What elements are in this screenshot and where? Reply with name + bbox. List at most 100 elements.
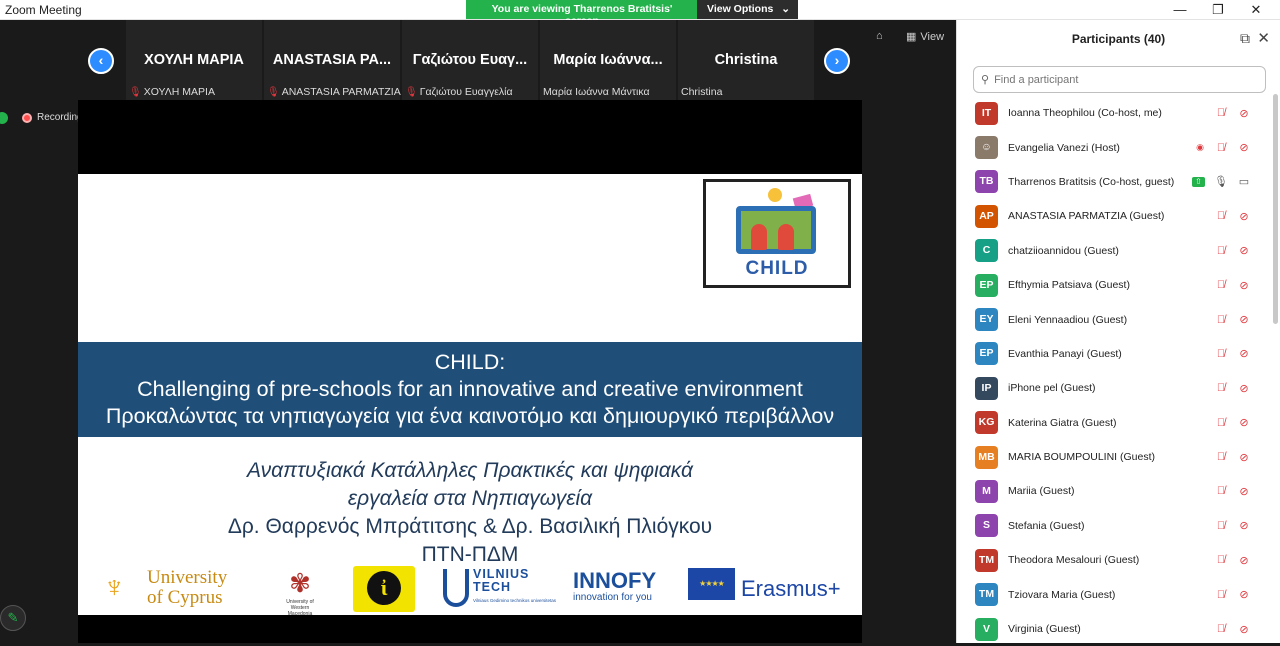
lock-icon[interactable]: ⌂: [876, 30, 883, 42]
video-thumbnail[interactable]: ANASTASIA PA... 🎙 ANASTASIA PARMATZIA: [264, 20, 401, 100]
participant-row[interactable]: TM Tziovara Maria (Guest) 🎙̸ ⊘: [957, 577, 1271, 611]
video-off-icon[interactable]: ⊘: [1237, 347, 1251, 360]
minimize-button[interactable]: —: [1160, 1, 1200, 19]
participant-row[interactable]: Cchatziioannidou (Guest) 🎙̸ ⊘: [957, 234, 1271, 268]
grid-icon: ▦: [906, 31, 917, 43]
participant-row[interactable]: TB Tharrenos Bratitsis (Co-host, guest) ⇧ 🎙…: [957, 165, 1271, 199]
mic-muted-icon[interactable]: 🎙̸: [1214, 451, 1228, 463]
participant-row[interactable]: AP ANASTASIA PARMATZIA (Guest) 🎙̸ ⊘: [957, 199, 1271, 233]
mic-muted-icon[interactable]: 🎙̸: [1214, 623, 1228, 635]
tree-icon: ♆: [103, 571, 126, 604]
mic-muted-icon[interactable]: 🎙̸: [1214, 417, 1228, 429]
maximize-button[interactable]: ❐: [1198, 1, 1238, 19]
mic-muted-icon[interactable]: 🎙̸: [1214, 314, 1228, 326]
mic-muted-icon[interactable]: 🎙̸: [1214, 520, 1228, 532]
mic-muted-icon[interactable]: 🎙̸: [1214, 382, 1228, 394]
partner-logos: ♆ University of Cyprus ✾ University of W…: [103, 564, 853, 617]
participant-row[interactable]: S Stefania (Guest) 🎙̸ ⊘: [957, 509, 1271, 543]
video-off-icon[interactable]: ⊘: [1237, 485, 1251, 498]
video-camera-icon[interactable]: ▭: [1237, 175, 1251, 188]
participant-row[interactable]: EP Efthymia Patsiava (Guest) 🎙̸ ⊘: [957, 268, 1271, 302]
mic-muted-icon[interactable]: 🎙̸: [1214, 210, 1228, 222]
slide-subtitle: Αναπτυξιακά Κατάλληλες Πρακτικές και ψηφ…: [78, 457, 862, 569]
recording-indicator[interactable]: Recording: [22, 112, 83, 123]
popout-icon[interactable]: ⧉: [1240, 30, 1250, 47]
mic-muted-icon[interactable]: 🎙̸: [1214, 279, 1228, 291]
video-off-icon[interactable]: ⊘: [1237, 554, 1251, 567]
video-off-icon[interactable]: ⊘: [1237, 588, 1251, 601]
mic-muted-icon[interactable]: 🎙̸: [1214, 245, 1228, 257]
vt-u-icon: [443, 568, 469, 607]
participant-row[interactable]: M Mariia (Guest) 🎙̸ ⊘: [957, 474, 1271, 508]
participant-list: IT Ioanna Theophilou (Co-host, me) 🎙̸ ⊘ ☺ Eva…: [957, 96, 1271, 646]
video-off-icon[interactable]: ⊘: [1237, 382, 1251, 395]
participant-row[interactable]: V Virginia (Guest) 🎙̸ ⊘: [957, 612, 1271, 646]
view-options-label: View Options: [707, 3, 774, 15]
video-off-icon[interactable]: ⊘: [1237, 451, 1251, 464]
eu-flag-icon: ★★★★: [688, 568, 735, 600]
participant-row[interactable]: MB MARIA BOUMPOULINI (Guest) 🎙̸ ⊘: [957, 440, 1271, 474]
video-off-icon[interactable]: ⊘: [1237, 210, 1251, 223]
video-thumbnail[interactable]: Christina Christina: [678, 20, 814, 100]
window-title: Zoom Meeting: [5, 3, 82, 17]
video-thumbnail[interactable]: ΧΟΥΛΗ ΜΑΡΙΑ 🎙 ΧΟΥΛΗ ΜΑΡΙΑ: [126, 20, 262, 100]
thumbnail-name: ANASTASIA PA...: [272, 52, 392, 68]
avatar: IT: [975, 101, 998, 125]
participant-row[interactable]: IP iPhone pel (Guest) 🎙̸ ⊘: [957, 371, 1271, 405]
participants-title: Participants (40): [1071, 32, 1166, 46]
chevron-down-icon: ⌄: [781, 3, 790, 15]
uowm-logo: ✾ University of Western Macedonia: [280, 568, 320, 617]
annotate-pencil-icon[interactable]: ✎: [0, 605, 26, 631]
encryption-shield-icon: [0, 112, 8, 124]
mic-muted-icon[interactable]: 🎙̸: [1214, 485, 1228, 497]
participant-row[interactable]: EP Evanthia Panayi (Guest) 🎙̸ ⊘: [957, 337, 1271, 371]
participants-panel: Participants (40) ⧉ ✕ ⚲ IT Ioanna Theophi…: [956, 20, 1280, 643]
presentation-slide: CHILD CHILD: Challenging of pre-schools …: [78, 174, 862, 617]
participant-name: ANASTASIA PARMATZIA (Guest): [1008, 210, 1165, 223]
search-input[interactable]: [994, 73, 1245, 86]
child-figure-icon: [778, 224, 794, 250]
video-thumbnail[interactable]: Γαζιώτου Ευαγ... 🎙 Γαζιώτου Ευαγγελία: [402, 20, 538, 100]
participant-search[interactable]: ⚲: [973, 66, 1266, 93]
mic-icon[interactable]: 🎙: [1214, 175, 1228, 188]
thumbnail-label-text: Γαζιώτου Ευαγγελία: [419, 86, 513, 98]
view-options-button[interactable]: View Options ⌄: [697, 0, 798, 19]
participant-row[interactable]: EY Eleni Yennaadiou (Guest) 🎙̸ ⊘: [957, 302, 1271, 336]
lightbulb-icon: [768, 188, 782, 202]
video-off-icon[interactable]: ⊘: [1237, 107, 1251, 120]
video-off-icon[interactable]: ⊘: [1237, 141, 1251, 154]
title-bar: Zoom Meeting You are viewing Tharrenos B…: [0, 0, 1280, 27]
view-label: View: [920, 30, 945, 43]
close-window-button[interactable]: ✕: [1236, 1, 1276, 19]
video-off-icon[interactable]: ⊘: [1237, 519, 1251, 532]
mic-muted-icon[interactable]: 🎙̸: [1214, 107, 1228, 119]
video-off-icon[interactable]: ⊘: [1237, 313, 1251, 326]
participant-name: iPhone pel (Guest): [1008, 382, 1096, 395]
scrollbar[interactable]: [1273, 94, 1278, 324]
video-thumbnail[interactable]: Μαρία Ιωάννα... Μαρία Ιωάννα Μάντικα: [540, 20, 676, 100]
thumbnail-label: 🎙 ΧΟΥΛΗ ΜΑΡΙΑ: [129, 86, 215, 98]
close-icon[interactable]: ✕: [1257, 29, 1270, 47]
video-off-icon[interactable]: ⊘: [1237, 244, 1251, 257]
next-page-button[interactable]: ›: [824, 48, 850, 74]
video-off-icon[interactable]: ⊘: [1237, 416, 1251, 429]
mic-muted-icon: 🎙: [129, 86, 142, 98]
innofy-sub: innovation for you: [573, 592, 652, 603]
participant-name: Efthymia Patsiava (Guest): [1008, 279, 1130, 292]
video-off-icon[interactable]: ⊘: [1237, 623, 1251, 636]
mic-muted-icon[interactable]: 🎙̸: [1214, 142, 1228, 154]
mic-muted-icon[interactable]: 🎙̸: [1214, 348, 1228, 360]
previous-page-button[interactable]: ‹: [88, 48, 114, 74]
participant-row[interactable]: IT Ioanna Theophilou (Co-host, me) 🎙̸ ⊘: [957, 96, 1271, 130]
mic-muted-icon[interactable]: 🎙̸: [1214, 589, 1228, 601]
video-off-icon[interactable]: ⊘: [1237, 279, 1251, 292]
participant-row[interactable]: TM Theodora Mesalouri (Guest) 🎙̸ ⊘: [957, 543, 1271, 577]
thumbnail-label-text: ΧΟΥΛΗ ΜΑΡΙΑ: [143, 86, 215, 98]
participant-row[interactable]: ☺ Evangelia Vanezi (Host) ◉ 🎙̸ ⊘: [957, 130, 1271, 164]
record-dot-icon: [22, 112, 32, 123]
thumbnail-label-text: ANASTASIA PARMATZIA: [281, 86, 401, 98]
mic-muted-icon[interactable]: 🎙̸: [1214, 554, 1228, 566]
participant-row[interactable]: KG Katerina Giatra (Guest) 🎙̸ ⊘: [957, 406, 1271, 440]
authors-line: Δρ. Θαρρενός Μπράτιτσης & Δρ. Βασιλική Π…: [227, 515, 713, 538]
view-button[interactable]: ▦ View: [906, 30, 945, 44]
